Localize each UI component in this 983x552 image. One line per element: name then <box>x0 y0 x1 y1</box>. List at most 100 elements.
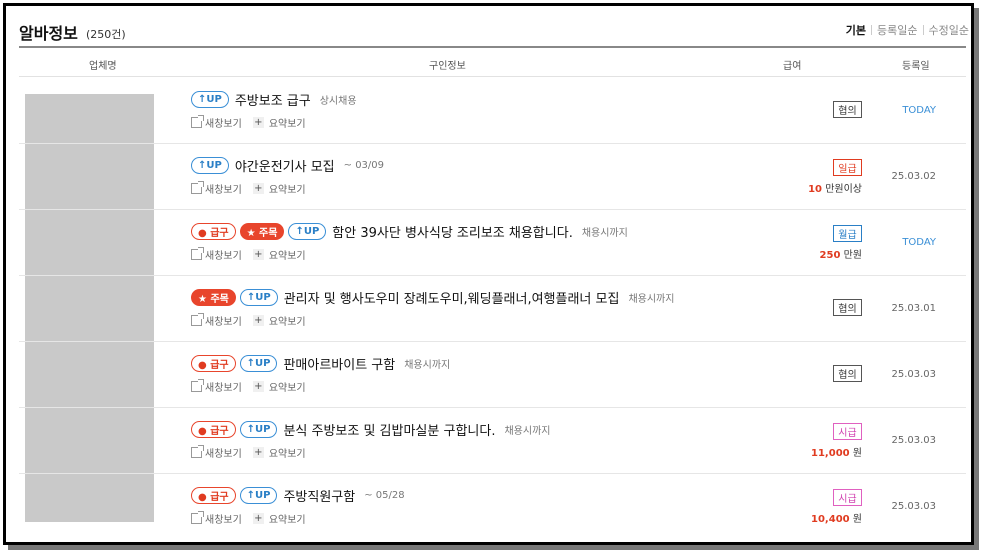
pay-type-badge: 협의 <box>833 365 862 382</box>
new-window-icon <box>191 445 204 458</box>
table-row[interactable]: ● 급구 ★ 주목 ↑UP 함안 39사단 병사식당 조리보조 채용합니다. 채… <box>19 210 966 276</box>
pay-amount-unit: 원 <box>849 448 862 459</box>
job-title-link[interactable]: 관리자 및 행사도우미 장례도우미,웨딩플래너,여행플래너 모집 <box>284 288 620 307</box>
new-window-link[interactable]: 새창보기 <box>205 313 242 328</box>
pay-type-badge: 월급 <box>833 225 862 242</box>
table-row[interactable]: ● 급구 ↑UP 분식 주방보조 및 김밥마실분 구합니다. 채용시까지 새창보… <box>19 408 966 474</box>
new-window-link[interactable]: 새창보기 <box>205 115 242 130</box>
job-title-link[interactable]: 주방보조 급구 <box>235 90 311 109</box>
sort-modified[interactable]: 수정일순 <box>929 22 969 38</box>
plus-icon: + <box>252 447 264 458</box>
divider <box>871 25 873 35</box>
new-window-icon <box>191 313 204 326</box>
table-row[interactable]: ↑UP 야간운전기사 모집 ~ 03/09 새창보기 + 요약보기 일급 10 … <box>19 144 966 210</box>
register-date: 25.03.03 <box>891 435 936 446</box>
register-date: TODAY <box>902 237 936 248</box>
register-date: 25.03.03 <box>891 501 936 512</box>
job-period: 채용시까지 <box>404 360 451 371</box>
focus-badge: ★ 주목 <box>191 289 236 306</box>
job-title-link[interactable]: 함안 39사단 병사식당 조리보조 채용합니다. <box>332 222 573 241</box>
new-window-link[interactable]: 새창보기 <box>205 181 242 196</box>
pay-type-badge: 협의 <box>833 101 862 118</box>
pay-type-badge: 시급 <box>833 489 862 506</box>
focus-badge: ★ 주목 <box>239 223 285 240</box>
result-count: (250건) <box>86 28 126 41</box>
column-pay: 급여 <box>783 61 802 72</box>
pay-amount-value: 10,400 <box>811 514 850 525</box>
table-row[interactable]: ● 급구 ↑UP 주방직원구함 ~ 05/28 새창보기 + 요약보기 시급 1… <box>19 474 966 540</box>
urgent-badge: ● 급구 <box>191 421 236 438</box>
summary-link[interactable]: 요약보기 <box>269 445 306 460</box>
up-badge: ↑UP <box>239 421 278 438</box>
new-window-link[interactable]: 새창보기 <box>205 247 242 262</box>
urgent-badge: ● 급구 <box>191 355 236 372</box>
list-header: 알바정보 (250건) 기본 등록일순 수정일순 <box>19 16 969 46</box>
register-date: 25.03.03 <box>891 369 936 380</box>
pay-type-badge: 시급 <box>833 423 862 440</box>
pay-type-badge: 일급 <box>833 159 862 176</box>
summary-link[interactable]: 요약보기 <box>269 511 306 526</box>
pay-amount: 250 만원 <box>820 246 862 261</box>
pay-amount-value: 10 <box>808 184 823 195</box>
job-list-panel: 알바정보 (250건) 기본 등록일순 수정일순 업체명 구인정보 급여 등록일… <box>3 3 974 545</box>
summary-link[interactable]: 요약보기 <box>269 247 306 262</box>
up-badge: ↑UP <box>239 487 278 504</box>
job-period: 채용시까지 <box>628 294 675 305</box>
job-title-link[interactable]: 분식 주방보조 및 김밥마실분 구합니다. <box>283 420 495 439</box>
new-window-icon <box>191 247 204 260</box>
pay-amount-value: 250 <box>819 250 841 261</box>
up-badge: ↑UP <box>239 289 278 306</box>
sort-default[interactable]: 기본 <box>846 22 866 38</box>
pay-amount-unit: 원 <box>849 514 862 525</box>
register-date: TODAY <box>902 105 936 116</box>
plus-icon: + <box>252 381 264 392</box>
new-window-icon <box>191 511 204 524</box>
job-title-link[interactable]: 주방직원구함 <box>283 486 355 505</box>
sort-options: 기본 등록일순 수정일순 <box>846 22 969 38</box>
page-title: 알바정보 <box>19 24 78 43</box>
plus-icon: + <box>252 117 264 128</box>
pay-amount: 10 만원이상 <box>808 180 862 195</box>
job-period: 상시채용 <box>319 96 357 107</box>
job-period: 채용시까지 <box>504 426 551 437</box>
pay-type-badge: 협의 <box>833 299 862 316</box>
column-info: 구인정보 <box>429 61 466 72</box>
register-date: 25.03.02 <box>891 171 936 182</box>
column-company: 업체명 <box>89 61 117 72</box>
table-row[interactable]: ★ 주목 ↑UP 관리자 및 행사도우미 장례도우미,웨딩플래너,여행플래너 모… <box>19 276 966 342</box>
pay-amount: 11,000 원 <box>811 444 862 459</box>
new-window-icon <box>191 181 204 194</box>
plus-icon: + <box>252 249 264 260</box>
register-date: 25.03.01 <box>891 303 936 314</box>
up-badge: ↑UP <box>191 157 229 174</box>
summary-link[interactable]: 요약보기 <box>269 181 306 196</box>
plus-icon: + <box>252 513 264 524</box>
new-window-icon <box>191 379 204 392</box>
pay-amount-unit: 만원이상 <box>822 184 862 195</box>
new-window-link[interactable]: 새창보기 <box>205 445 242 460</box>
sort-registered[interactable]: 등록일순 <box>877 22 917 38</box>
up-badge: ↑UP <box>288 223 327 240</box>
new-window-icon <box>191 115 204 128</box>
plus-icon: + <box>252 183 264 194</box>
up-badge: ↑UP <box>239 355 278 372</box>
table-row[interactable]: ● 급구 ↑UP 판매아르바이트 구함 채용시까지 새창보기 + 요약보기 협의… <box>19 342 966 408</box>
new-window-link[interactable]: 새창보기 <box>205 511 242 526</box>
urgent-badge: ● 급구 <box>191 223 236 240</box>
job-title-link[interactable]: 야간운전기사 모집 <box>235 156 335 175</box>
summary-link[interactable]: 요약보기 <box>269 115 306 130</box>
job-period: ~ 05/28 <box>364 490 405 501</box>
urgent-badge: ● 급구 <box>191 487 236 504</box>
job-title-link[interactable]: 판매아르바이트 구함 <box>283 354 395 373</box>
pay-amount-value: 11,000 <box>811 448 850 459</box>
pay-amount: 10,400 원 <box>811 510 862 525</box>
divider <box>922 25 924 35</box>
column-date: 등록일 <box>902 61 930 72</box>
summary-link[interactable]: 요약보기 <box>269 313 306 328</box>
summary-link[interactable]: 요약보기 <box>269 379 306 394</box>
up-badge: ↑UP <box>191 91 229 108</box>
table-row[interactable]: ↑UP 주방보조 급구 상시채용 새창보기 + 요약보기 협의 TODAY <box>19 78 966 144</box>
table-header: 업체명 구인정보 급여 등록일 <box>19 46 966 77</box>
plus-icon: + <box>252 315 264 326</box>
new-window-link[interactable]: 새창보기 <box>205 379 242 394</box>
